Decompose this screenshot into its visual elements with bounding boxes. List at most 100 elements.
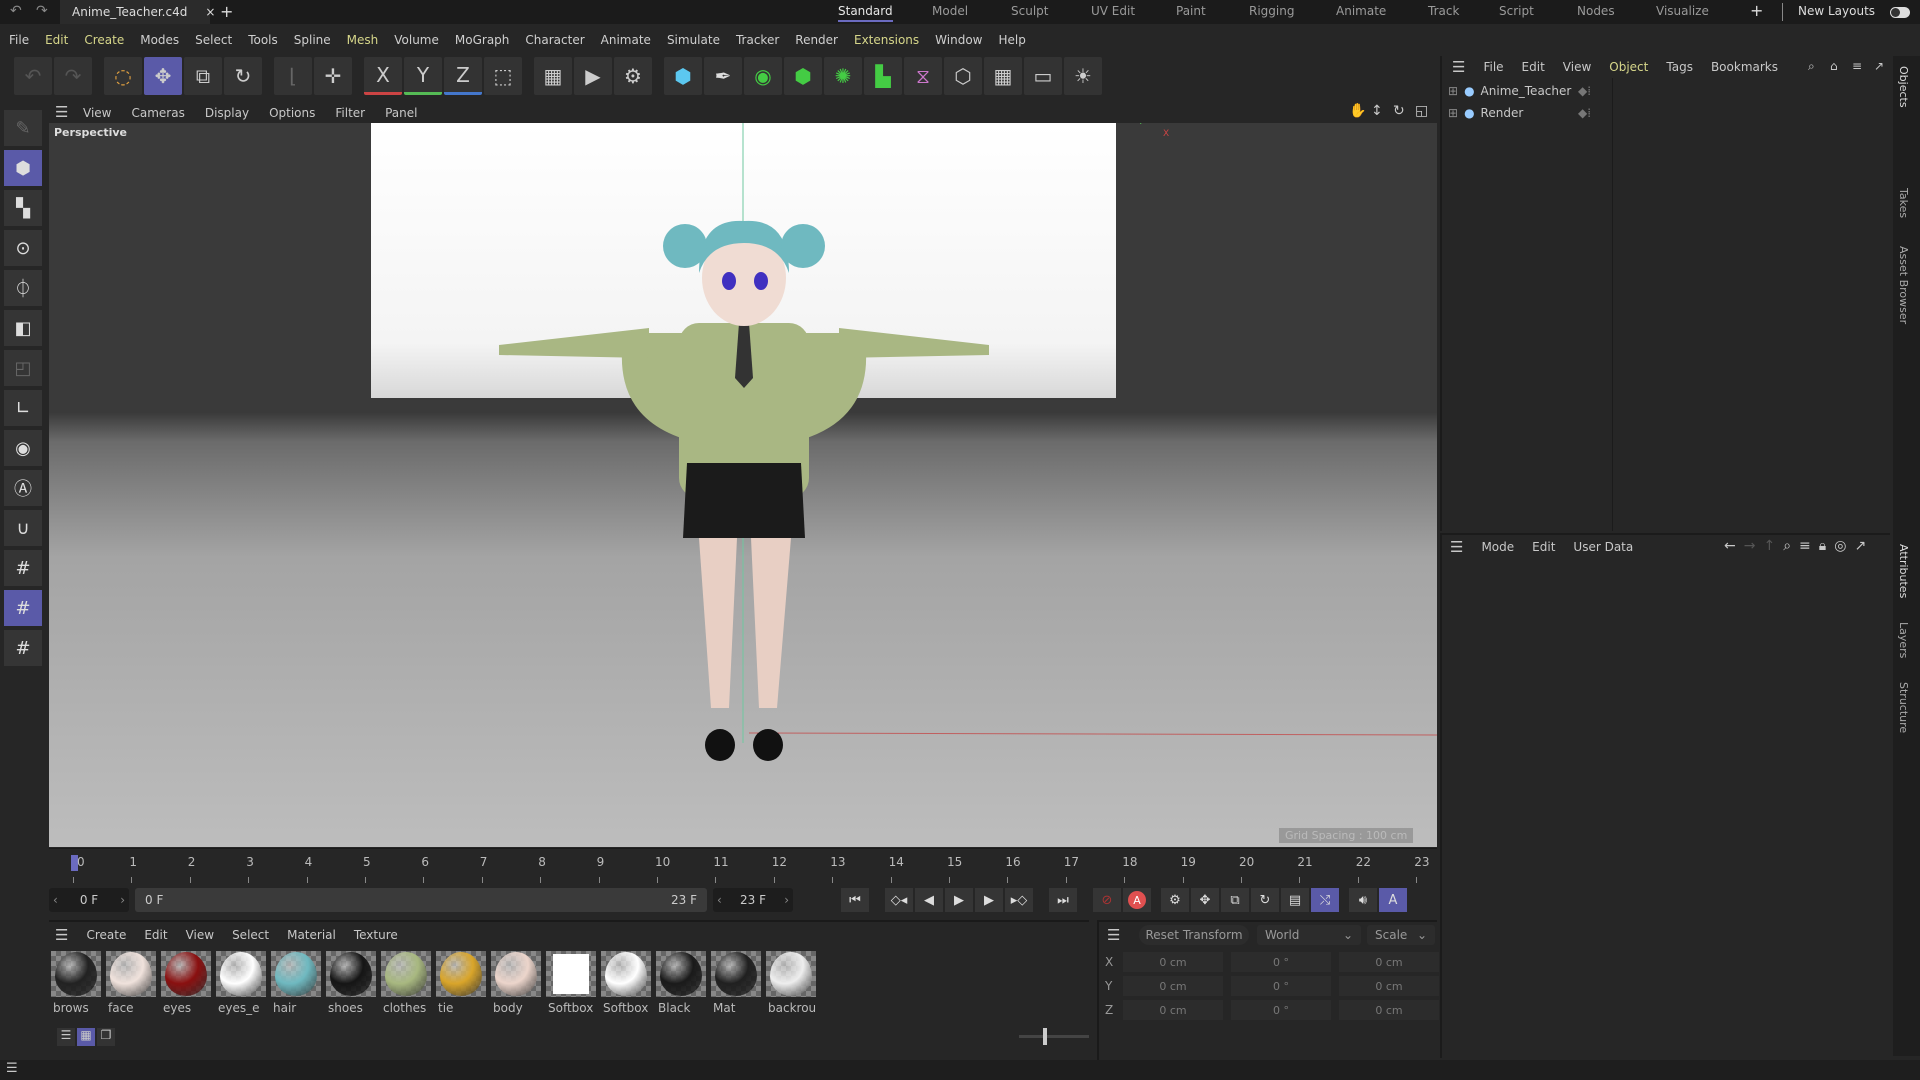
tab-layers[interactable]: Layers [1897,622,1910,658]
coordinate-space-select[interactable]: World ⌄ [1257,925,1361,945]
menu-render[interactable]: Render [795,33,838,47]
attributes-menu-edit[interactable]: Edit [1532,540,1555,554]
tab-attributes[interactable]: Attributes [1897,544,1910,598]
menu-character[interactable]: Character [525,33,584,47]
hamburger-icon[interactable]: ☰ [55,926,68,944]
object-row[interactable]: ⊞ ● Render ◆⁞ [1448,106,1591,120]
home-icon[interactable]: ⌂ [1830,59,1838,73]
render-settings-icon[interactable]: ⚙ [614,57,652,95]
material-swatch[interactable] [216,951,266,997]
planar-workplane-icon[interactable]: # [4,630,42,666]
objects-menu-tags[interactable]: Tags [1666,60,1693,74]
material-swatch[interactable] [326,951,376,997]
zoom-slider[interactable] [1019,1028,1089,1045]
frame-range-slider[interactable]: 0 F 23 F [135,888,707,912]
key-parameter-icon[interactable]: ▤ [1281,888,1309,912]
layout-tab-animate[interactable]: Animate [1336,4,1386,18]
material-swatch[interactable] [51,951,101,997]
deformer-icon[interactable]: ⧖ [904,57,942,95]
render-view-icon[interactable]: ▦ [534,57,572,95]
menu-window[interactable]: Window [935,33,982,47]
scale-field[interactable]: 0 cm [1339,1000,1439,1020]
viewport-menu-cameras[interactable]: Cameras [131,106,184,120]
add-layout-button[interactable]: + [1750,1,1763,20]
render-picture-viewer-icon[interactable]: ▶ [574,57,612,95]
filter-icon[interactable]: ≡ [1799,538,1811,554]
play-icon[interactable]: ▶ [945,888,973,912]
go-to-start-icon[interactable]: ⏮ [841,888,869,912]
floor-icon[interactable]: ▦ [984,57,1022,95]
objects-menu-bookmarks[interactable]: Bookmarks [1711,60,1778,74]
hamburger-icon[interactable]: ☰ [55,103,68,121]
pen-spline-icon[interactable]: ✒ [704,57,742,95]
next-frame-icon[interactable]: ▶ [975,888,1003,912]
layer-icon[interactable]: ◆⁞ [1578,106,1591,120]
new-tab-button[interactable]: + [220,2,233,21]
material-swatch[interactable] [656,951,706,997]
new-layouts-toggle[interactable] [1890,7,1910,18]
pos-field[interactable]: 0 cm [1123,952,1223,972]
x-axis-lock[interactable]: X [364,57,402,95]
dolly-icon[interactable]: ↕ [1371,103,1383,119]
hamburger-icon[interactable]: ☰ [1452,58,1465,76]
viewport-menu-options[interactable]: Options [269,106,315,120]
key-position-icon[interactable]: ✥ [1191,888,1219,912]
orbit-icon[interactable]: ↻ [1393,103,1405,119]
pan-icon[interactable]: ✋ [1349,103,1366,119]
layer-icon[interactable]: ◆⁞ [1578,84,1591,98]
previous-frame-icon[interactable]: ◀ [915,888,943,912]
layout-tab-sculpt[interactable]: Sculpt [1011,4,1048,18]
viewport-menu-panel[interactable]: Panel [385,106,417,120]
back-arrow-icon[interactable]: ← [1724,538,1736,554]
rot-field[interactable]: 0 ° [1231,976,1331,996]
transform-tool-icon[interactable]: ✛ [314,57,352,95]
tab-asset-browser[interactable]: Asset Browser [1897,246,1910,324]
search-icon[interactable]: ⌕ [1808,59,1815,74]
coordinate-system-icon[interactable]: ⬚ [484,57,522,95]
maximize-view-icon[interactable]: ◱ [1415,103,1428,119]
record-icon[interactable]: ⊘ [1093,888,1121,912]
lock-icon[interactable]: 🔒︎ [1819,538,1826,554]
menu-mesh[interactable]: Mesh [347,33,379,47]
scale-field[interactable]: 0 cm [1339,976,1439,996]
subdivision-icon[interactable]: ◉ [744,57,782,95]
new-window-icon[interactable]: ↗ [1874,59,1884,73]
axis-mode-icon[interactable]: ∟ [4,390,42,426]
layout-tab-uv-edit[interactable]: UV Edit [1091,4,1135,18]
hamburger-icon[interactable]: ☰ [6,1061,18,1076]
rotate-tool-icon[interactable]: ↻ [224,57,262,95]
redo-icon[interactable]: ↷ [54,57,92,95]
material-swatch[interactable] [601,951,651,997]
tab-structure[interactable]: Structure [1897,682,1910,733]
menu-volume[interactable]: Volume [394,33,439,47]
layout-tab-paint[interactable]: Paint [1176,4,1206,18]
field-icon[interactable]: ⬡ [944,57,982,95]
hamburger-icon[interactable]: ☰ [1450,538,1463,556]
current-frame-field[interactable]: ‹ 0 F › [49,888,129,912]
filter-icon[interactable]: ≡ [1852,59,1862,73]
undo-icon[interactable]: ↶ [10,3,22,19]
model-mode-icon[interactable]: ⬢ [4,150,42,186]
edge-mode-icon[interactable]: ⏀ [4,270,42,306]
key-scale-icon[interactable]: ⧉ [1221,888,1249,912]
viewport-menu-display[interactable]: Display [205,106,249,120]
reset-transform-button[interactable]: Reset Transform [1139,925,1249,945]
polygon-mode-icon[interactable]: ◧ [4,310,42,346]
material-swatch[interactable] [271,951,321,997]
layout-tab-standard[interactable]: Standard [838,4,893,22]
lock-workplane-icon[interactable]: # [4,590,42,626]
search-icon[interactable]: ⌕ [1783,538,1791,554]
camera-icon[interactable]: ▭ [1024,57,1062,95]
coordinate-mode-select[interactable]: Scale ⌄ [1367,925,1435,945]
tab-objects[interactable]: Objects [1897,66,1910,108]
layer-view-icon[interactable]: ❐ [97,1028,115,1046]
boole-icon[interactable]: ▙ [864,57,902,95]
menu-modes[interactable]: Modes [140,33,179,47]
keyframe-settings-icon[interactable]: ⚙ [1161,888,1189,912]
selection-filter-icon[interactable]: Ⓐ [4,470,42,506]
y-axis-lock[interactable]: Y [404,57,442,95]
expand-icon[interactable]: ⊞ [1448,106,1458,120]
solo-icon[interactable]: ◉ [4,430,42,466]
layout-tab-script[interactable]: Script [1499,4,1534,18]
expand-icon[interactable]: ⊞ [1448,84,1458,98]
